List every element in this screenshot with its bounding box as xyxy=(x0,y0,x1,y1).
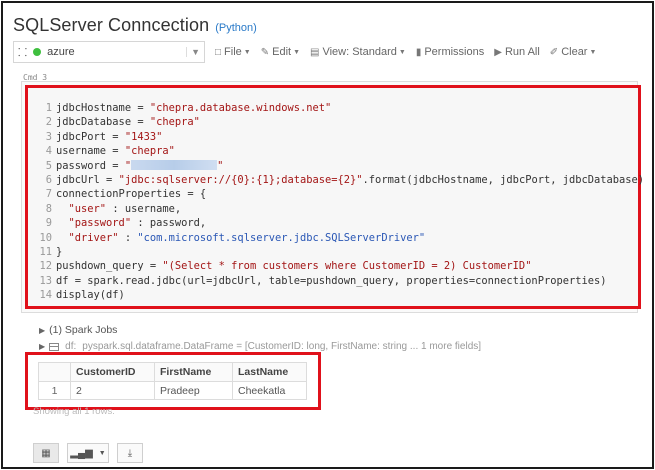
line-number: 6 xyxy=(45,174,52,187)
cell-firstname: Pradeep xyxy=(154,381,233,400)
column-header-firstname[interactable]: FirstName xyxy=(154,362,233,382)
run-all-label: Run All xyxy=(504,46,540,58)
code-line: 1 jdbcHostname = "chepra.database.windows… xyxy=(36,101,644,115)
notebook-title[interactable]: SQLServer Conncection xyxy=(13,15,209,36)
file-menu[interactable]: □ File ▼ xyxy=(215,46,251,58)
df-variable: df: xyxy=(65,341,77,352)
code-line: 4 username = "chepra" xyxy=(36,144,644,158)
clear-menu[interactable]: ✐ Clear ▼ xyxy=(550,46,597,58)
notebook-header: SQLServer Conncection (Python) xyxy=(13,15,257,36)
bar-chart-icon: ▂▄▆ xyxy=(70,447,93,459)
expand-triangle-icon: ▶ xyxy=(39,342,46,351)
line-number: 14 xyxy=(39,289,52,302)
column-header-lastname[interactable]: LastName xyxy=(232,362,307,382)
file-icon: □ xyxy=(215,46,222,58)
cluster-status-icon xyxy=(33,48,42,56)
code-line: 13 df = spark.read.jdbc(url=jdbcUrl, tabl… xyxy=(36,274,644,288)
run-icon: ▶ xyxy=(494,46,502,58)
caret-down-icon: ▼ xyxy=(589,48,597,56)
line-number: 5 xyxy=(45,159,52,172)
code-line: 14 display(df) xyxy=(36,288,644,302)
edit-icon: ✎ xyxy=(260,46,270,58)
line-number: 11 xyxy=(39,246,52,259)
row-count-text: Showing all 1 rows. xyxy=(33,406,115,417)
view-menu-label: View: Standard xyxy=(322,46,397,58)
lock-icon: ▮ xyxy=(415,46,422,58)
code-line: 9 "password" : password, xyxy=(36,216,644,230)
line-number: 1 xyxy=(45,102,52,114)
cell-customerid: 2 xyxy=(70,381,155,400)
spark-jobs-label: (1) Spark Jobs xyxy=(49,324,118,336)
line-number: 3 xyxy=(45,130,52,143)
line-number: 2 xyxy=(45,116,52,129)
cluster-selector[interactable]: ⸬ azure ▼ xyxy=(13,41,205,63)
result-table: CustomerID FirstName LastName 1 2 Pradee… xyxy=(38,362,307,400)
view-menu[interactable]: ▤ View: Standard ▼ xyxy=(310,46,406,58)
code-line: 7 connectionProperties = { xyxy=(36,187,644,201)
caret-down-icon: ▼ xyxy=(398,48,406,56)
notebook-language[interactable]: (Python) xyxy=(215,22,257,34)
chevron-down-icon[interactable]: ▼ xyxy=(186,47,200,57)
code-line: 6 jdbcUrl = "jdbc:sqlserver://{0}:{1};dat… xyxy=(36,173,644,187)
view-icon: ▤ xyxy=(310,46,320,58)
code-line: 3 jdbcPort = "1433" xyxy=(36,130,644,144)
table-row: 1 2 Pradeep Cheekatla xyxy=(38,381,307,400)
run-all-button[interactable]: ▶ Run All xyxy=(494,46,540,58)
clear-menu-label: Clear xyxy=(561,46,588,58)
expand-triangle-icon: ▶ xyxy=(39,326,46,335)
permissions-button[interactable]: ▮ Permissions xyxy=(416,46,484,58)
code-line: 2 jdbcDatabase = "chepra" xyxy=(36,115,644,129)
file-menu-label: File xyxy=(224,46,242,58)
chart-view-button[interactable]: ▂▄▆ ▼ xyxy=(67,443,109,463)
spark-jobs-toggle[interactable]: ▶ (1) Spark Jobs xyxy=(39,324,117,336)
grid-icon: ▦ xyxy=(41,447,51,459)
notebook-toolbar: ⸬ azure ▼ □ File ▼ ✎ Edit ▼ ▤ View: Stan… xyxy=(13,41,643,63)
cell-lastname: Cheekatla xyxy=(232,381,307,400)
eraser-icon: ✐ xyxy=(549,46,559,58)
result-highlight-box: CustomerID FirstName LastName 1 2 Pradee… xyxy=(25,352,321,410)
line-number: 12 xyxy=(39,260,52,273)
line-number: 8 xyxy=(45,202,52,215)
table-icon xyxy=(49,342,60,351)
code-line: 11} xyxy=(36,245,644,259)
permissions-label: Permissions xyxy=(424,46,485,58)
code-line: 12 pushdown_query = "(Select * from custo… xyxy=(36,259,644,273)
table-view-button[interactable]: ▦ xyxy=(33,443,59,463)
code-editor[interactable]: 1 jdbcHostname = "chepra.database.windows… xyxy=(36,101,644,303)
line-number: 7 xyxy=(45,188,52,201)
code-line: 5 password = " " xyxy=(36,159,644,173)
dataframe-schema-toggle[interactable]: ▶ df: pyspark.sql.dataframe.DataFrame = … xyxy=(39,341,481,352)
row-index: 1 xyxy=(38,381,71,400)
edit-menu[interactable]: ✎ Edit ▼ xyxy=(261,46,300,58)
code-line: 8 "user" : username, xyxy=(36,202,644,216)
column-header-customerid[interactable]: CustomerID xyxy=(70,362,155,382)
line-number: 13 xyxy=(39,274,52,287)
line-number: 4 xyxy=(45,145,52,158)
chevron-down-icon: ▼ xyxy=(98,449,106,457)
df-schema: pyspark.sql.dataframe.DataFrame = [Custo… xyxy=(82,341,482,352)
line-number: 10 xyxy=(39,231,52,244)
notebook-window: SQLServer Conncection (Python) ⸬ azure ▼… xyxy=(1,1,654,469)
code-line: 10 "driver" : "com.microsoft.sqlserver.j… xyxy=(36,231,644,245)
download-icon: ⤓ xyxy=(127,447,133,459)
cluster-name: azure xyxy=(47,46,75,58)
caret-down-icon: ▼ xyxy=(243,48,251,56)
redacted-password xyxy=(131,159,218,170)
caret-down-icon: ▼ xyxy=(293,48,301,56)
cluster-tree-icon: ⸬ xyxy=(18,46,28,59)
code-highlight-box: 1 jdbcHostname = "chepra.database.windows… xyxy=(25,85,644,309)
index-header xyxy=(38,362,71,382)
edit-menu-label: Edit xyxy=(272,46,292,58)
download-button[interactable]: ⤓ xyxy=(117,443,143,463)
line-number: 9 xyxy=(45,217,52,230)
table-header-row: CustomerID FirstName LastName xyxy=(38,362,307,382)
